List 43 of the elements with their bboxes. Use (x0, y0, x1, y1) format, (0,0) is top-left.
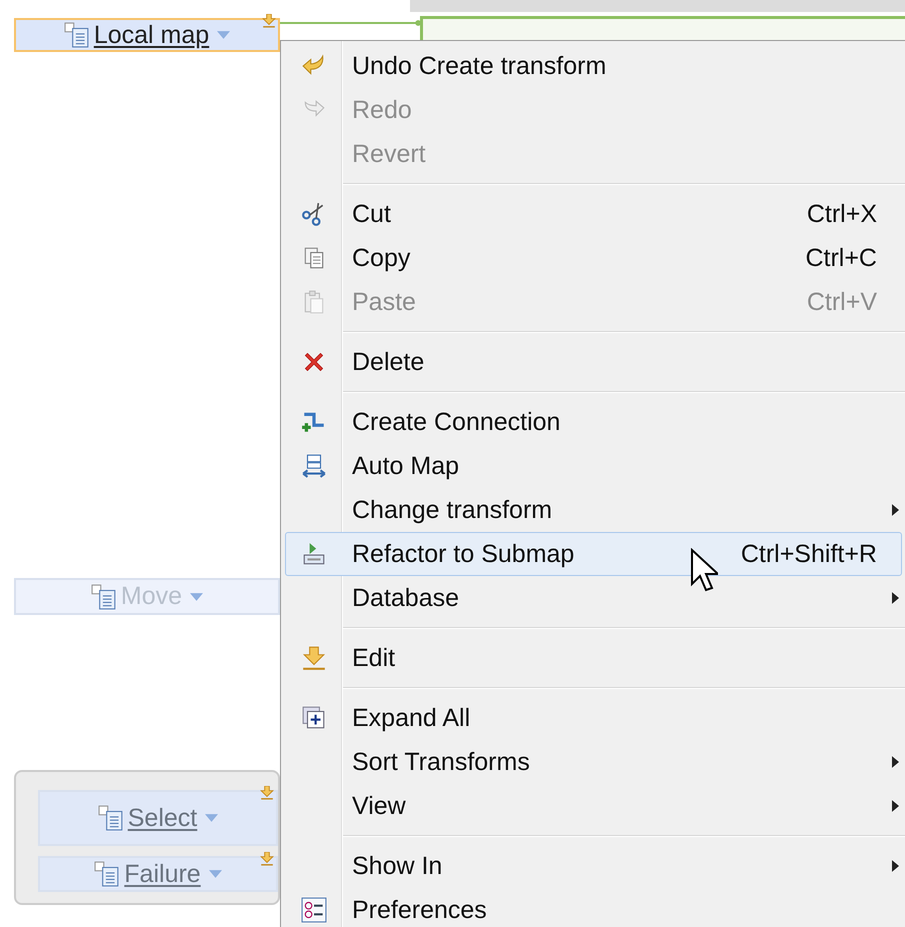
document-icon (98, 805, 124, 831)
menu-item[interactable]: Edit (285, 636, 902, 680)
shortcut-text: Ctrl+X (806, 200, 877, 228)
submenu-arrow-icon (892, 860, 899, 872)
document-icon (64, 22, 90, 48)
menu-item[interactable]: Auto Map (285, 444, 902, 488)
menu-item[interactable]: View (285, 784, 902, 828)
download-arrow-icon[interactable] (262, 14, 276, 28)
dropdown-caret-icon[interactable] (208, 870, 222, 878)
mouse-cursor-icon (690, 548, 718, 592)
submenu-arrow-icon (892, 800, 899, 812)
dropdown-caret-icon[interactable] (217, 31, 230, 39)
submenu-arrow-icon (892, 592, 899, 604)
node-label[interactable]: Failure (124, 860, 201, 888)
menu-item[interactable]: Refactor to Submap Ctrl+Shift+R (285, 532, 902, 576)
expand-all-icon (301, 705, 327, 731)
shortcut-text: Ctrl+V (806, 288, 877, 316)
document-icon (90, 584, 117, 610)
node-label[interactable]: Select (128, 804, 198, 832)
menu-item[interactable]: Show In (285, 844, 902, 888)
menu-item[interactable]: Create Connection (285, 400, 902, 444)
node-label[interactable]: Local map (94, 20, 210, 50)
preferences-icon (301, 897, 327, 923)
menu-item[interactable]: Database (285, 576, 902, 620)
submenu-arrow-icon (892, 504, 899, 516)
shortcut-text: Ctrl+C (805, 244, 877, 272)
download-arrow-icon (301, 645, 327, 671)
menu-item[interactable]: Preferences (285, 888, 902, 927)
menu-item[interactable]: Delete (285, 340, 902, 384)
submenu-arrow-icon (892, 756, 899, 768)
menu-item[interactable]: Sort Transforms (285, 740, 902, 784)
auto-map-icon (301, 453, 327, 479)
menu-item[interactable]: Cut Ctrl+X (285, 192, 902, 236)
document-icon (94, 861, 120, 887)
refactor-icon (301, 541, 327, 567)
menu-item[interactable]: Undo Create transform (285, 44, 902, 88)
download-arrow-icon[interactable] (260, 786, 274, 800)
menu-item[interactable]: Change transform (285, 488, 902, 532)
menu-item[interactable]: Copy Ctrl+C (285, 236, 902, 280)
dropdown-caret-icon[interactable] (205, 814, 218, 822)
download-arrow-icon[interactable] (260, 852, 274, 866)
shortcut-text: Ctrl+Shift+R (740, 540, 877, 568)
menu-item[interactable]: Expand All (285, 696, 902, 740)
